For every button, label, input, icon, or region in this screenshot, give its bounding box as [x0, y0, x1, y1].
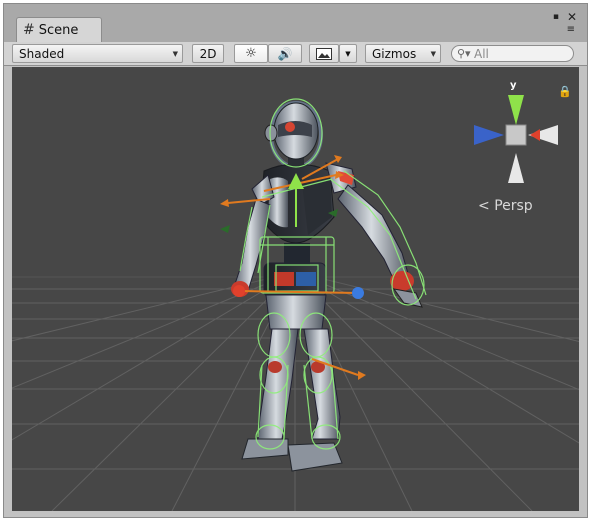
dropdown-arrow-icon: ▼: [172, 50, 178, 58]
audio-toggle-button[interactable]: 🔊: [268, 44, 302, 63]
search-placeholder: All: [474, 46, 489, 61]
shading-mode-label: Shaded: [19, 46, 65, 61]
tab-scene[interactable]: # Scene: [16, 17, 102, 42]
projection-label: Persp: [494, 198, 533, 214]
maximize-icon[interactable]: ▪: [553, 12, 559, 22]
gizmos-dropdown[interactable]: Gizmos ▼: [365, 44, 441, 63]
lighting-toggle-button[interactable]: ☼: [234, 44, 268, 63]
tab-bar: # Scene ▪ ✕ ≡: [4, 4, 587, 42]
dropdown-arrow-icon: ▼: [430, 50, 436, 58]
effects-dropdown-button[interactable]: ▼: [339, 44, 357, 63]
dropdown-arrow-icon: ▼: [345, 49, 351, 58]
arrow-left-icon: <: [478, 198, 490, 214]
image-icon: [316, 47, 332, 60]
gizmos-label: Gizmos: [372, 46, 417, 61]
scene-viewport[interactable]: y 🔒 < Persp: [12, 67, 579, 511]
speaker-icon: 🔊: [277, 46, 293, 61]
sun-icon: ☼: [245, 46, 257, 61]
search-icon: ⚲▾: [457, 47, 471, 60]
window-controls: ▪ ✕ ≡: [553, 10, 577, 35]
scene-window: # Scene ▪ ✕ ≡ Shaded ▼ 2D ☼ 🔊 ▼ Gizmos ▼…: [3, 3, 588, 518]
orientation-gizmo[interactable]: [474, 95, 558, 183]
effects-toggle-button[interactable]: [309, 44, 339, 63]
shading-mode-dropdown[interactable]: Shaded ▼: [12, 44, 183, 63]
2d-toggle-label: 2D: [199, 46, 217, 61]
menu-icon[interactable]: ≡: [567, 24, 575, 35]
lock-icon[interactable]: 🔒: [558, 85, 572, 98]
scene-canvas[interactable]: [12, 67, 579, 511]
tab-scene-label: Scene: [38, 22, 79, 38]
axis-y-label: y: [510, 80, 517, 91]
scene-grid-icon: #: [23, 22, 35, 38]
projection-toggle[interactable]: < Persp: [478, 198, 533, 214]
scene-toolbar: Shaded ▼ 2D ☼ 🔊 ▼ Gizmos ▼ ⚲▾ All: [4, 42, 587, 66]
search-input[interactable]: ⚲▾ All: [451, 45, 574, 62]
close-icon[interactable]: ✕: [567, 10, 577, 24]
2d-toggle-button[interactable]: 2D: [192, 44, 224, 63]
